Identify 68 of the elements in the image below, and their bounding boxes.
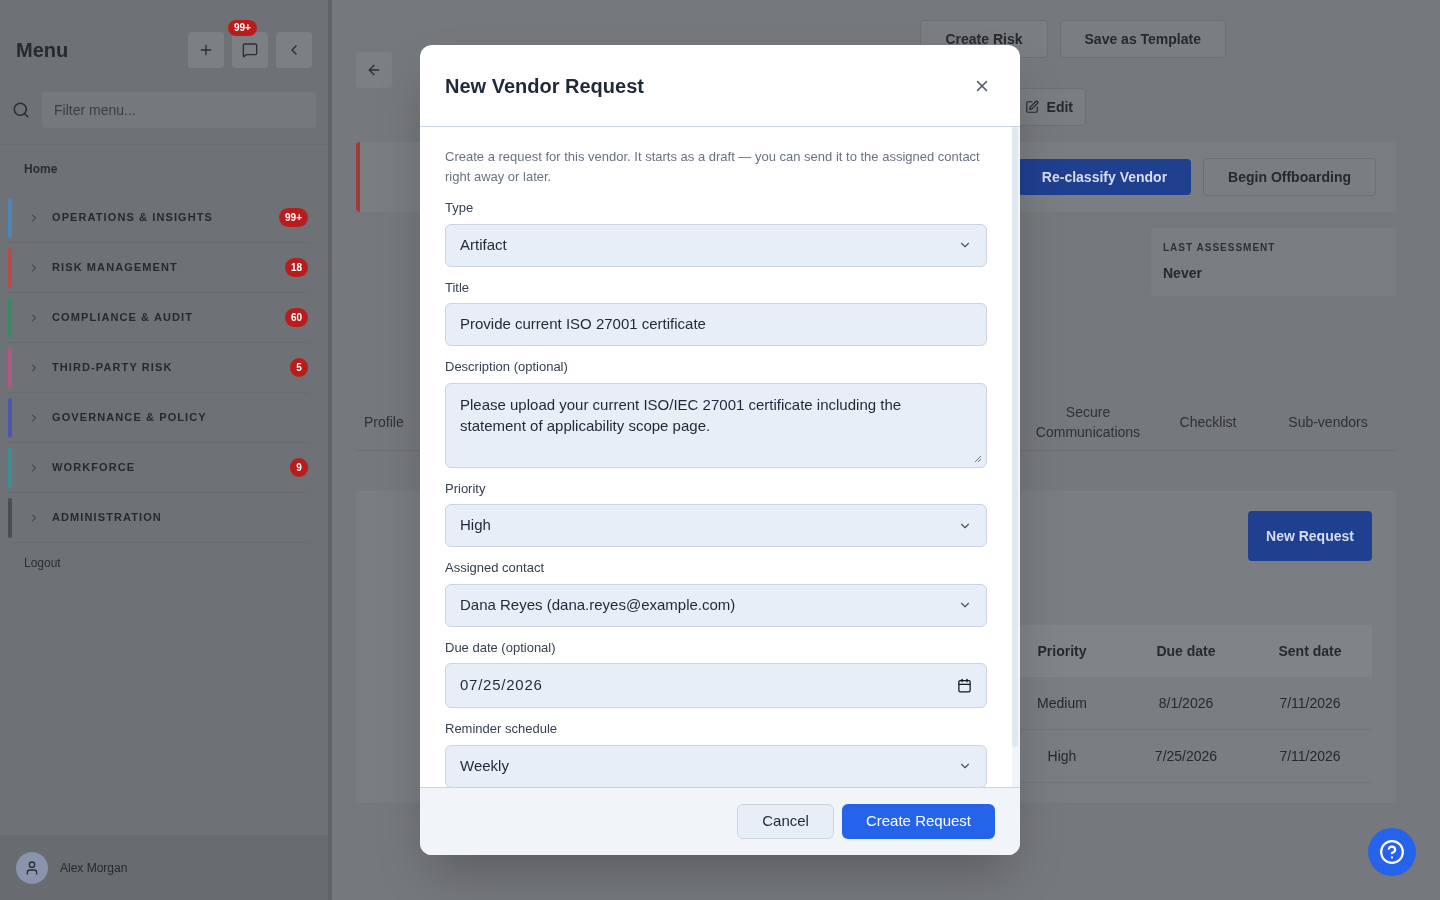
count-badge: 9 <box>290 458 308 477</box>
dialog-title: New Vendor Request <box>445 73 644 99</box>
textarea-field[interactable]: Please upload your current ISO/IEC 27001 certificate including the statement of applicability scope page. <box>445 382 987 468</box>
count-badge: 99+ <box>279 208 308 227</box>
table-cell-text: 7/11/2026 <box>1278 747 1342 766</box>
date-field[interactable]: 07/25/2026 <box>445 663 987 708</box>
table-cell-text: 7/25/2026 <box>1153 747 1219 766</box>
count-badge: 5 <box>290 358 308 377</box>
menu-section[interactable]: COMPLIANCE & AUDIT 60 <box>8 293 308 343</box>
plus-icon <box>198 42 214 58</box>
collapse-button[interactable] <box>276 32 312 68</box>
select-field[interactable]: High <box>445 504 987 547</box>
section-label: ADMINISTRATION <box>52 510 163 526</box>
messages-button[interactable] <box>232 32 268 68</box>
notification-badge: 99+ <box>228 20 257 36</box>
section-label: OPERATIONS & INSIGHTS <box>52 210 215 226</box>
create-request-button[interactable]: Create Request <box>841 804 995 839</box>
new-request-button[interactable]: New Request <box>1248 511 1372 561</box>
table-cell-text: 8/1/2026 <box>1157 694 1215 713</box>
reclassify-button[interactable]: Re-classify Vendor <box>1017 159 1192 195</box>
menu-section[interactable]: THIRD-PARTY RISK 5 <box>8 343 308 393</box>
section-label: WORKFORCE <box>52 460 137 476</box>
section-label: THIRD-PARTY RISK <box>52 360 174 376</box>
column-header: Due date <box>1155 642 1217 661</box>
input-field[interactable]: Provide current ISO 27001 certificate <box>445 303 987 346</box>
column-header: Priority <box>1036 642 1088 661</box>
arrow-left-icon <box>366 62 382 78</box>
menu-section[interactable]: OPERATIONS & INSIGHTS 99+ <box>8 193 308 243</box>
field-label: Type <box>445 199 475 217</box>
count-badge: 60 <box>284 308 308 327</box>
sidebar-title: Menu <box>16 38 69 63</box>
cancel-button[interactable]: Cancel <box>737 804 834 839</box>
table-cell-text: Medium <box>1036 694 1088 713</box>
field-label: Assigned contact <box>445 559 545 577</box>
chat-icon <box>242 42 258 58</box>
edit-icon <box>1024 100 1039 114</box>
offboarding-button[interactable]: Begin Offboarding <box>1203 158 1376 196</box>
section-label: COMPLIANCE & AUDIT <box>52 310 194 326</box>
select-field[interactable]: Dana Reyes (dana.reyes@example.com) <box>445 583 987 627</box>
user-name: Alex Morgan <box>60 860 128 876</box>
count-badge: 18 <box>284 258 308 277</box>
avatar-icon <box>16 852 48 884</box>
field-label: Description (optional) <box>445 358 569 376</box>
table-cell-text: High <box>1046 747 1078 766</box>
resize-handle-icon <box>974 454 982 463</box>
select-field[interactable]: Artifact <box>445 223 987 267</box>
field-label: Due date (optional) <box>445 638 557 657</box>
menu-section[interactable]: RISK MANAGEMENT 18 <box>8 243 308 293</box>
back-button[interactable] <box>356 52 392 88</box>
table-cell-text: 7/11/2026 <box>1278 694 1342 713</box>
action-button[interactable]: Save as Template <box>1059 20 1226 58</box>
field-label: Priority <box>445 479 487 498</box>
filter-field[interactable]: Filter menu... <box>42 92 316 128</box>
help-icon <box>1379 839 1405 865</box>
add-button[interactable] <box>188 32 224 68</box>
menu-section[interactable]: WORKFORCE 9 <box>8 443 308 493</box>
calendar-icon <box>957 678 972 693</box>
field-label: Reminder schedule <box>445 720 558 738</box>
intro-text: Create a request for this vendor. It starts as a draft — you can send it to the assigned contact right away or later. <box>445 148 981 186</box>
section-label: GOVERNANCE & POLICY <box>52 410 208 426</box>
search-icon <box>12 101 30 119</box>
select-field[interactable]: Weekly <box>445 744 987 787</box>
card-value: Never <box>1163 264 1203 283</box>
column-header: Sent date <box>1277 642 1343 661</box>
card-label: LAST ASSESSMENT <box>1163 241 1277 255</box>
field-label: Title <box>445 278 471 297</box>
scrollbar-thumb[interactable] <box>1012 127 1018 747</box>
section-label: RISK MANAGEMENT <box>52 260 179 276</box>
